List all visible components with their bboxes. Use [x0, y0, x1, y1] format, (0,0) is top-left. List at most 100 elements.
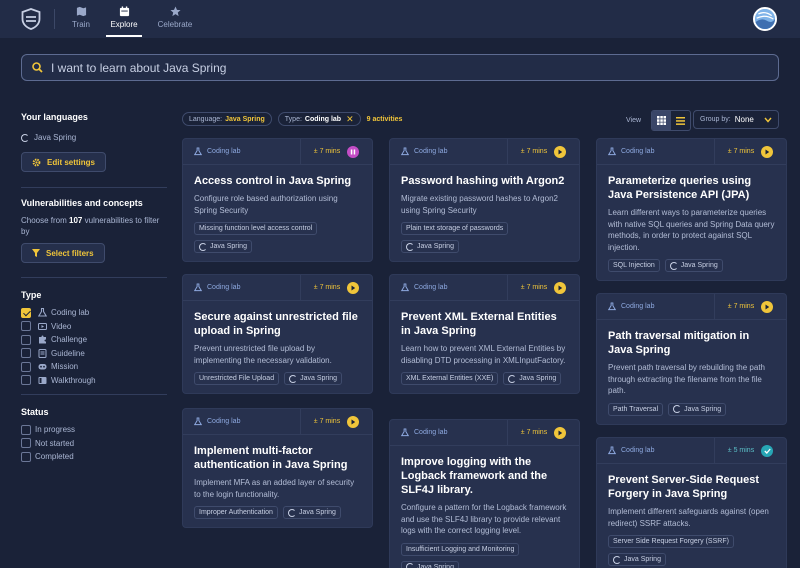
- search-input[interactable]: I want to learn about Java Spring: [51, 61, 226, 75]
- type-chip-prefix: Type:: [284, 115, 302, 123]
- checkbox[interactable]: [21, 321, 31, 332]
- avatar-image-icon: [755, 9, 775, 29]
- card-title[interactable]: Improve logging with the Logback framewo…: [401, 455, 568, 497]
- card-type: Coding lab: [183, 147, 300, 156]
- language-filter-chip[interactable]: Language: Java Spring: [182, 112, 272, 126]
- card-description: Prevent path traversal by rebuilding the…: [608, 363, 765, 395]
- activity-card[interactable]: Coding lab ± 7 mins Parameterize queries u…: [596, 138, 787, 281]
- card-title[interactable]: Prevent XML External Entities in Java Sp…: [401, 310, 568, 338]
- activity-card[interactable]: Coding lab ± 7 mins Implement multi-factor…: [182, 408, 373, 528]
- status-filter-completed[interactable]: Completed: [21, 450, 167, 464]
- card-title[interactable]: Parameterize queries using Java Persiste…: [608, 174, 775, 202]
- card-tags: Unrestricted File Upload Java Spring: [194, 372, 361, 385]
- type-filter-chip[interactable]: Type: Coding lab ✕: [277, 112, 361, 126]
- card-type-label: Coding lab: [621, 303, 655, 310]
- sidebar: Your languages Java Spring Edit settings…: [21, 112, 167, 464]
- activity-card[interactable]: Coding lab ± 7 mins Path traversal mitigat…: [596, 293, 787, 425]
- avatar[interactable]: [753, 7, 777, 31]
- spring-icon: [406, 563, 414, 568]
- video-icon: [38, 322, 47, 330]
- group-by-value: None: [734, 115, 754, 124]
- type-chip-value: Coding lab: [304, 115, 342, 123]
- card-title[interactable]: Prevent Server-Side Request Forgery in J…: [608, 473, 775, 501]
- edit-settings-label: Edit settings: [47, 157, 96, 167]
- activity-card[interactable]: Coding lab ± 5 mins Prevent Server-Side Re…: [596, 437, 787, 568]
- activity-card[interactable]: Coding lab ± 7 mins Password hashing with …: [389, 138, 580, 262]
- group-by-select[interactable]: Group by: None: [693, 110, 779, 129]
- chevron-down-icon: [764, 117, 772, 123]
- card-header: Coding lab ± 7 mins: [183, 138, 372, 165]
- guideline-icon: [38, 348, 47, 358]
- card-title[interactable]: Path traversal mitigation in Java Spring: [608, 329, 775, 357]
- shield-logo-icon[interactable]: [20, 8, 42, 30]
- type-filter-challenge[interactable]: Challenge: [21, 333, 167, 347]
- list-icon: [676, 116, 686, 125]
- play-icon[interactable]: [761, 300, 774, 313]
- activity-card[interactable]: Coding lab ± 7 mins Improve logging with t…: [389, 419, 580, 568]
- card-description: Configure role based authorization using…: [194, 194, 338, 215]
- search-bar[interactable]: I want to learn about Java Spring: [21, 54, 779, 81]
- play-icon[interactable]: [761, 145, 774, 158]
- checkbox[interactable]: [21, 348, 31, 359]
- nav-celebrate[interactable]: Celebrate: [153, 6, 197, 36]
- card-description: Configure a pattern for the Logback fram…: [401, 503, 567, 535]
- card-body: Improve logging with the Logback framewo…: [390, 446, 579, 568]
- play-icon[interactable]: [347, 415, 360, 428]
- checkbox[interactable]: [21, 438, 31, 449]
- card-header: Coding lab ± 7 mins: [183, 408, 372, 435]
- grid-view-button[interactable]: [652, 111, 672, 130]
- type-filter-walkthrough[interactable]: Walkthrough: [21, 374, 167, 388]
- checkbox[interactable]: [21, 361, 31, 372]
- card-header: Coding lab ± 7 mins: [597, 293, 786, 320]
- checkbox[interactable]: [21, 375, 31, 386]
- activity-card[interactable]: Coding lab ± 7 mins Secure against unrestr…: [182, 274, 373, 394]
- pause-icon[interactable]: [347, 145, 360, 158]
- edit-settings-button[interactable]: Edit settings: [21, 152, 107, 172]
- card-tags: Server Side Request Forgery (SSRF) Java S…: [608, 535, 775, 566]
- card-title[interactable]: Access control in Java Spring: [194, 174, 361, 188]
- tag-label: Improper Authentication: [199, 509, 273, 516]
- card-duration: ± 7 mins: [507, 274, 579, 301]
- type-filter-coding-lab[interactable]: Coding lab: [21, 306, 167, 320]
- activity-card[interactable]: Coding lab ± 7 mins Prevent XML External E…: [389, 274, 580, 394]
- tag-label: Java Spring: [519, 375, 557, 382]
- card-tags: Path Traversal Java Spring: [608, 402, 775, 416]
- card-duration: ± 7 mins: [300, 408, 372, 435]
- checkbox[interactable]: [21, 424, 31, 435]
- list-view-button[interactable]: [671, 111, 690, 130]
- tag-label: Plain text storage of passwords: [406, 225, 504, 232]
- checkbox[interactable]: [21, 307, 31, 318]
- card-title[interactable]: Secure against unrestricted file upload …: [194, 310, 361, 338]
- checkbox[interactable]: [21, 334, 31, 345]
- card-description: Migrate existing password hashes to Argo…: [401, 194, 558, 215]
- duration-label: ± 5 mins: [727, 447, 755, 454]
- play-icon[interactable]: [554, 145, 567, 158]
- view-toggle: [651, 110, 692, 131]
- card-body: Password hashing with Argon2 Migrate exis…: [390, 165, 579, 261]
- card-title[interactable]: Implement multi-factor authentication in…: [194, 444, 361, 472]
- card-title[interactable]: Password hashing with Argon2: [401, 174, 568, 188]
- play-icon[interactable]: [347, 281, 360, 294]
- tag-label: Java Spring: [300, 375, 338, 382]
- type-filter-mission[interactable]: Mission: [21, 360, 167, 374]
- active-filters: Language: Java Spring Type: Coding lab ✕…: [182, 112, 402, 126]
- duration-label: ± 7 mins: [520, 429, 548, 436]
- status-filter-in-progress[interactable]: In progress: [21, 423, 167, 437]
- vulnerability-tag: XML External Entities (XXE): [401, 372, 499, 385]
- type-filter-guideline[interactable]: Guideline: [21, 347, 167, 361]
- flask-icon: [38, 308, 47, 317]
- type-filter-video[interactable]: Video: [21, 320, 167, 334]
- close-icon[interactable]: ✕: [346, 114, 354, 125]
- play-icon[interactable]: [554, 426, 567, 439]
- flask-icon: [401, 428, 409, 437]
- play-icon[interactable]: [554, 281, 567, 294]
- checkbox[interactable]: [21, 451, 31, 462]
- select-filters-button[interactable]: Select filters: [21, 243, 105, 263]
- tag-label: XML External Entities (XXE): [406, 375, 494, 382]
- map-icon: [76, 6, 86, 17]
- activity-card[interactable]: Coding lab ± 7 mins Access control in Java…: [182, 138, 373, 262]
- nav-train[interactable]: Train: [59, 6, 103, 36]
- status-filter-not-started[interactable]: Not started: [21, 437, 167, 451]
- flask-icon: [194, 417, 202, 426]
- nav-explore[interactable]: Explore: [102, 6, 146, 37]
